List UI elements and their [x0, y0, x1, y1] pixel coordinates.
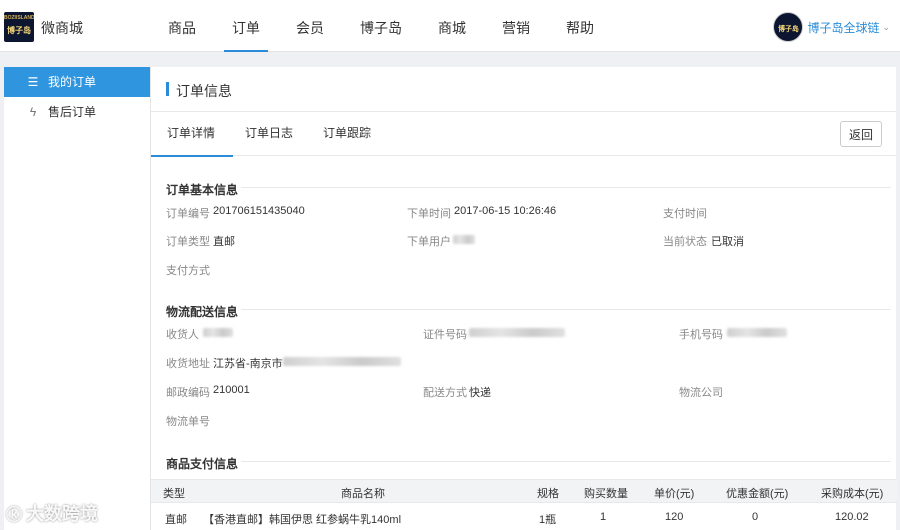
column-header-spec: 规格: [537, 488, 559, 500]
row-qty: 1: [600, 511, 607, 523]
redacted-phone: [727, 328, 787, 337]
status-label: 当前状态: [663, 236, 707, 248]
order-number-label: 订单编号: [166, 208, 210, 220]
user-name[interactable]: 博子岛全球链: [807, 19, 879, 36]
row-cost: 120.02: [835, 511, 869, 523]
title-accent-bar: [166, 82, 169, 96]
list-icon: ☰: [27, 75, 39, 89]
watermark: ⓚ 大数跨境: [6, 500, 98, 526]
sidebar-item-label: 售后订单: [48, 105, 97, 119]
order-time-label: 下单时间: [407, 208, 451, 220]
sidebar-item-my-orders[interactable]: ☰ 我的订单: [4, 67, 150, 97]
postcode-value: 210001: [213, 384, 250, 396]
column-header-name: 商品名称: [341, 488, 385, 500]
redacted-receiver: [203, 328, 233, 337]
tab-bar: 订单详情 订单日志 订单跟踪 返回: [150, 112, 896, 157]
nav-item-boziisland[interactable]: 博子岛: [342, 0, 420, 52]
brand-logo[interactable]: BOZIISLAND 博子岛: [4, 12, 34, 42]
nav-item-mall[interactable]: 商城: [420, 0, 484, 52]
redacted-id-number: [469, 328, 565, 337]
section-title-basic: 订单基本信息: [166, 183, 239, 197]
status-value: 已取消: [711, 236, 744, 248]
nav-item-marketing[interactable]: 营销: [484, 0, 548, 52]
column-header-cost: 采购成本(元): [821, 488, 884, 500]
sidebar-item-aftersale-orders[interactable]: ϟ 售后订单: [4, 97, 150, 127]
redacted-address: [283, 357, 401, 366]
row-product-name[interactable]: 【香港直邮】韩国伊思 红参蜗牛乳140ml: [203, 511, 401, 527]
address-label: 收货地址: [166, 358, 210, 370]
pay-time-label: 支付时间: [663, 208, 707, 220]
divider: [241, 309, 891, 310]
section-title-payment: 商品支付信息: [166, 457, 239, 471]
nav-item-orders[interactable]: 订单: [214, 0, 278, 52]
delivery-method-label: 配送方式: [423, 387, 467, 399]
logo-text-top: BOZIISLAND: [4, 15, 34, 21]
tab-order-tracking[interactable]: 订单跟踪: [323, 112, 371, 156]
avatar[interactable]: 博子岛: [773, 12, 804, 42]
back-button[interactable]: 返回: [840, 121, 882, 147]
lightning-icon: ϟ: [29, 105, 37, 119]
row-spec: 1瓶: [539, 514, 557, 526]
nav-item-members[interactable]: 会员: [278, 0, 342, 52]
main-nav: 商品 订单 会员 博子岛 商城 营销 帮助: [150, 0, 612, 52]
table-header: 类型 商品名称 规格 购买数量 单价(元) 优惠金额(元) 采购成本(元): [151, 479, 897, 503]
delivery-method-value: 快递: [469, 387, 491, 399]
ka-icon: ⓚ: [6, 507, 23, 524]
divider: [241, 187, 891, 188]
order-type-label: 订单类型: [166, 236, 210, 248]
receiver-label: 收货人: [166, 329, 199, 341]
chevron-down-icon[interactable]: ⌄: [882, 22, 890, 33]
id-number-label: 证件号码: [423, 329, 467, 341]
avatar-logo-text: 博子岛: [777, 24, 799, 33]
logo-text: 博子岛: [7, 25, 31, 35]
divider: [241, 461, 891, 462]
row-discount: 0: [752, 511, 759, 523]
tracking-number-label: 物流单号: [166, 416, 210, 428]
row-type: 直邮: [165, 514, 187, 526]
column-header-discount: 优惠金额(元): [726, 488, 789, 500]
order-number-value: 201706151435040: [213, 205, 305, 217]
app-name: 微商城: [41, 20, 83, 36]
column-header-qty: 购买数量: [584, 488, 628, 500]
column-header-price: 单价(元): [654, 488, 695, 500]
nav-item-goods[interactable]: 商品: [150, 0, 214, 52]
page-title: 订单信息: [176, 83, 232, 99]
tab-order-detail[interactable]: 订单详情: [150, 112, 234, 157]
nav-item-help[interactable]: 帮助: [548, 0, 612, 52]
watermark-text: 大数跨境: [26, 504, 99, 524]
order-user-label: 下单用户: [407, 236, 451, 248]
user-menu[interactable]: 博子岛 博子岛全球链 ⌄: [773, 12, 890, 42]
order-detail-panel: 订单信息 订单详情 订单日志 订单跟踪 返回 订单基本信息 订单编号 20170…: [150, 67, 897, 530]
pay-method-label: 支付方式: [166, 265, 210, 277]
order-time-value: 2017-06-15 10:26:46: [454, 205, 557, 217]
tab-order-log[interactable]: 订单日志: [245, 112, 293, 156]
sidebar: ☰ 我的订单 ϟ 售后订单: [4, 67, 150, 530]
order-type-value: 直邮: [213, 236, 235, 248]
redacted-user: [453, 235, 475, 244]
postcode-label: 邮政编码: [166, 387, 210, 399]
top-navbar: BOZIISLAND 博子岛 微商城 商品 订单 会员 博子岛 商城 营销 帮助…: [0, 0, 900, 52]
panel-header: 订单信息: [151, 67, 896, 112]
sidebar-item-label: 我的订单: [48, 75, 97, 89]
phone-label: 手机号码: [679, 329, 723, 341]
section-title-logistics: 物流配送信息: [166, 305, 239, 319]
logistics-company-label: 物流公司: [679, 387, 723, 399]
row-price: 120: [665, 511, 684, 523]
column-header-type: 类型: [163, 488, 185, 500]
address-value: 江苏省-南京市: [213, 358, 283, 370]
